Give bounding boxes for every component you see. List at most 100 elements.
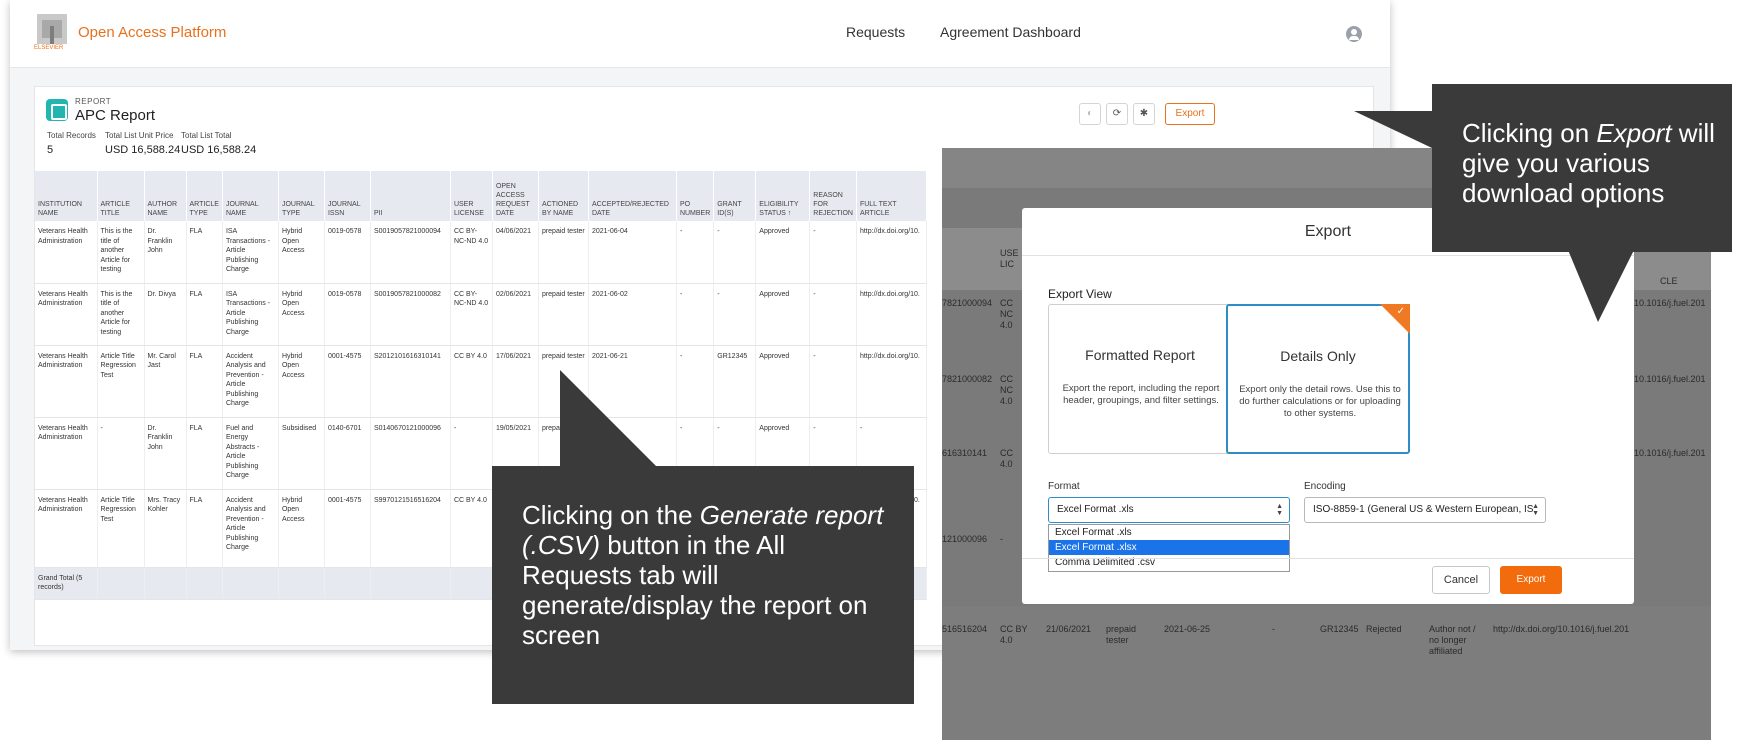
table-cell: Mrs. Tracy Kohler [144, 489, 187, 568]
table-cell: 0001-4575 [324, 345, 371, 418]
table-cell: S2012101616310141 [370, 345, 451, 418]
table-cell: - [809, 283, 857, 346]
column-header[interactable]: GRANT ID(S) [713, 171, 757, 221]
bg-row5-grant: GR12345 [1320, 624, 1359, 634]
table-cell: Subsidised [278, 417, 325, 490]
table-cell: Article Title Regression Test [97, 489, 145, 568]
column-header[interactable]: ARTICLE TYPE [186, 171, 223, 221]
table-cell [278, 567, 325, 600]
report-subtitle: REPORT [75, 97, 112, 106]
table-header-row: INSTITUTION NAME ARTICLE TITLE AUTHOR NAME… [35, 171, 927, 221]
column-header[interactable]: USER LICENSE [450, 171, 493, 221]
table-row[interactable]: Veterans Health Administration Article Ti… [35, 345, 927, 418]
table-cell: FLA [186, 283, 223, 346]
table-cell: Approved [755, 345, 811, 418]
table-cell: Hybrid Open Access [278, 489, 325, 568]
table-cell: S0140670121000096 [370, 417, 451, 490]
column-header[interactable]: PII [370, 171, 451, 221]
table-cell: FLA [186, 417, 223, 490]
export-modal: Export Export View Formatted Report Expo… [1022, 208, 1634, 604]
export-view-label: Export View [1048, 287, 1112, 301]
table-cell: - [97, 417, 145, 490]
callout-text: Clicking on the [522, 500, 700, 530]
table-cell: CC BY 4.0 [450, 345, 493, 418]
bg-row2-lic: CC NC 4.0 [1000, 374, 1013, 406]
table-cell: Hybrid Open Access [278, 283, 325, 346]
card-title: Details Only [1280, 348, 1356, 364]
column-header[interactable]: PO NUMBER [676, 171, 715, 221]
column-header[interactable]: INSTITUTION NAME [35, 171, 98, 221]
summary-total-list-total: Total List Total USD 16,588.24 [181, 131, 256, 156]
table-cell: This is the title of another Article for… [97, 221, 145, 284]
column-header[interactable]: JOURNAL TYPE [278, 171, 325, 221]
column-header[interactable]: OPEN ACCESS REQUEST DATE [492, 171, 539, 221]
export-callout: Clicking on Export will give you various… [1432, 84, 1732, 252]
summary-value: USD 16,588.24 [181, 144, 257, 156]
settings-gear-icon-button[interactable]: ✱ [1133, 103, 1155, 125]
bg-row3-lic: CC 4.0 [1000, 448, 1013, 469]
format-label: Format [1048, 481, 1080, 492]
nav-requests[interactable]: Requests [846, 24, 905, 40]
bg-row5-accepted: 2021-06-25 [1164, 624, 1211, 634]
table-cell: 02/06/2021 [492, 283, 539, 346]
column-header[interactable]: ARTICLE TITLE [97, 171, 145, 221]
export-confirm-button[interactable]: Export [1500, 566, 1562, 594]
table-cell: - [713, 283, 757, 346]
format-dropdown-list: Excel Format .xls Excel Format .xlsx Com… [1048, 524, 1290, 572]
column-header[interactable]: ELIGIBILITY STATUS ↑ [755, 171, 811, 221]
formatted-report-card[interactable]: Formatted Report Export the report, incl… [1048, 304, 1232, 454]
app-brand-title[interactable]: Open Access Platform [78, 24, 226, 41]
table-row[interactable]: Veterans Health Administration This is th… [35, 221, 927, 284]
table-cell: - [676, 221, 715, 284]
format-option-highlighted[interactable]: Excel Format .xlsx [1049, 540, 1289, 555]
table-cell: 0019-0578 [324, 221, 371, 284]
format-select[interactable]: Excel Format .xls ▲ ▼ [1048, 497, 1290, 523]
column-header[interactable]: ACTIONED BY NAME [538, 171, 589, 221]
table-cell: S0019057821000094 [370, 221, 451, 284]
table-cell: Hybrid Open Access [278, 345, 325, 418]
refresh-icon-button[interactable]: ⟳ [1106, 103, 1128, 125]
format-option[interactable]: Excel Format .xls [1049, 525, 1289, 540]
table-cell: Dr. Divya [144, 283, 187, 346]
table-cell: ISA Transactions - Article Publishing Ch… [222, 221, 279, 284]
summary-value: 5 [47, 144, 54, 156]
bg-row2-id: 7821000082 [942, 374, 993, 384]
bg-row5-date: 21/06/2021 [1046, 624, 1092, 634]
table-cell: Veterans Health Administration [35, 489, 98, 568]
summary-value: USD 16,588.24 [105, 144, 181, 156]
column-header[interactable]: FULL TEXT ARTICLE [856, 171, 927, 221]
table-cell: - [676, 283, 715, 346]
table-cell: This is the title of another Article for… [97, 283, 145, 346]
bg-row1-lic: CC NC 4.0 [1000, 298, 1013, 330]
table-cell [144, 567, 187, 600]
clock-icon-button[interactable]: ◐ [1079, 103, 1101, 125]
details-only-card[interactable]: ✓ Details Only Export only the detail ro… [1226, 304, 1410, 454]
encoding-label: Encoding [1304, 481, 1346, 492]
table-cell: Veterans Health Administration [35, 283, 98, 346]
column-header[interactable]: ACCEPTED/REJECTED DATE [588, 171, 677, 221]
table-cell: prepaid tester [538, 283, 589, 346]
table-cell: FLA [186, 489, 223, 568]
encoding-select[interactable]: ISO-8859-1 (General US & Western Europea… [1304, 497, 1546, 523]
bg-row3-url: 10.1016/j.fuel.201 [1634, 448, 1706, 458]
column-header[interactable]: JOURNAL ISSN [324, 171, 371, 221]
summary-label: Total List Total [181, 131, 232, 140]
nav-agreement-dashboard[interactable]: Agreement Dashboard [940, 24, 1081, 40]
column-header[interactable]: AUTHOR NAME [144, 171, 187, 221]
bg-row5-status: Rejected [1366, 624, 1402, 634]
table-cell [324, 567, 371, 600]
table-cell: - [809, 221, 857, 284]
table-row[interactable]: Veterans Health Administration This is th… [35, 283, 927, 346]
export-button[interactable]: Export [1165, 103, 1215, 125]
bg-col-user: USE [1000, 248, 1019, 258]
table-cell [450, 567, 493, 600]
column-header[interactable]: REASON FOR REJECTION [809, 171, 857, 221]
report-icon [46, 99, 68, 121]
column-header[interactable]: JOURNAL NAME [222, 171, 279, 221]
user-account-icon[interactable] [1346, 26, 1362, 42]
table-cell: - [809, 345, 857, 418]
grand-total-label: Grand Total (5 records) [35, 567, 98, 600]
table-cell: Veterans Health Administration [35, 221, 98, 284]
bg-row4-id: 121000096 [942, 534, 988, 544]
cancel-button[interactable]: Cancel [1432, 566, 1490, 594]
